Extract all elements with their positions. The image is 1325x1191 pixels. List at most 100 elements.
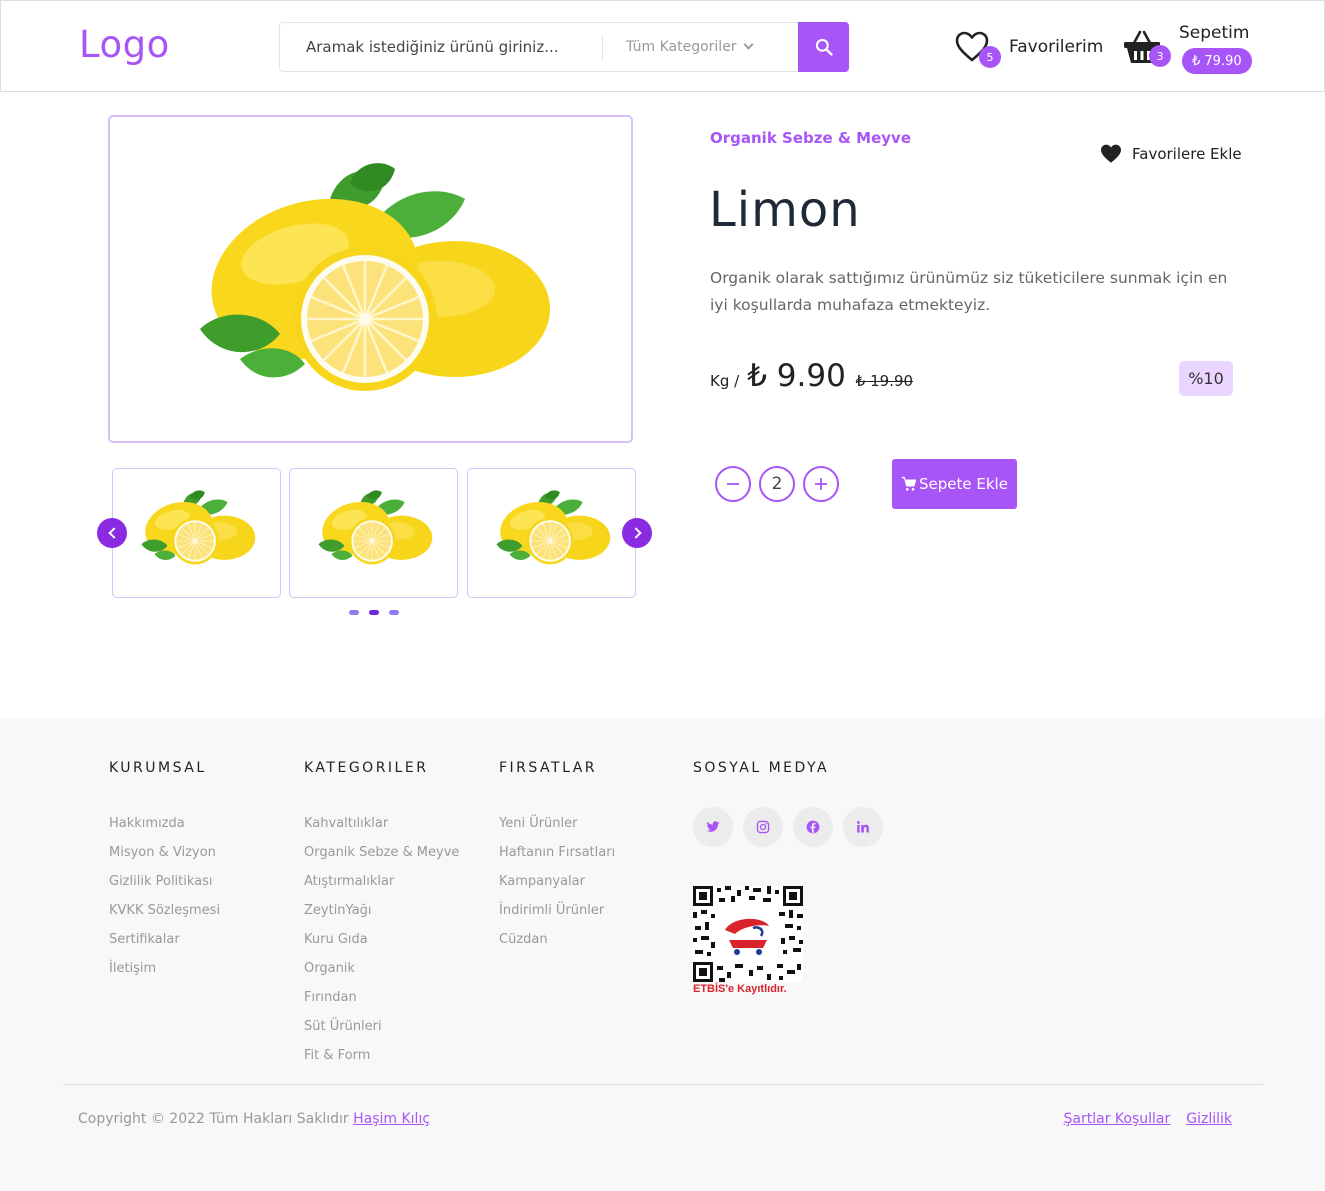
thumbnail-carousel	[112, 468, 636, 598]
product-title: Limon	[709, 182, 861, 238]
thumbnail-2[interactable]	[289, 468, 458, 598]
etbis-qr-code[interactable]	[693, 886, 803, 982]
footer-link[interactable]: Kahvaltılıklar	[304, 816, 459, 845]
footer-column-sosyal-medya: SOSYAL MEDYA	[693, 760, 829, 776]
instagram-icon	[756, 820, 770, 834]
footer-link[interactable]: Cüzdan	[499, 932, 615, 961]
facebook-button[interactable]	[793, 807, 833, 847]
search-icon	[815, 38, 833, 56]
lemon-thumbnail-image	[312, 489, 442, 567]
footer-link[interactable]: KVKK Sözleşmesi	[109, 903, 220, 932]
twitter-button[interactable]	[693, 807, 733, 847]
footer-link[interactable]: Fit & Form	[304, 1048, 459, 1077]
privacy-link[interactable]: Gizlilik	[1186, 1111, 1232, 1127]
favorites-label: Favorilerim	[1009, 37, 1104, 57]
lemon-thumbnail-image	[135, 489, 265, 567]
linkedin-icon	[856, 821, 869, 833]
chevron-right-icon	[629, 527, 642, 539]
quantity-value[interactable]: 2	[759, 466, 795, 502]
product-category-link[interactable]: Organik Sebze & Meyve	[710, 129, 911, 147]
price-unit: Kg /	[710, 372, 740, 390]
site-footer: KURUMSAL Hakkımızda Misyon & Vizyon Gizl…	[0, 718, 1325, 1191]
terms-link[interactable]: Şartlar Koşullar	[1064, 1111, 1171, 1127]
carousel-dot[interactable]	[349, 610, 359, 615]
category-select[interactable]: Tüm Kategoriler	[626, 39, 754, 55]
favorites-link[interactable]: 5 Favorilerim	[955, 29, 1104, 68]
footer-link-list: Yeni Ürünler Haftanın Fırsatları Kampany…	[499, 816, 615, 961]
facebook-icon	[806, 820, 820, 834]
add-to-favorites-label: Favorilere Ekle	[1132, 145, 1242, 163]
footer-column-firsatlar: FIRSATLAR Yeni Ürünler Haftanın Fırsatla…	[499, 760, 615, 961]
carousel-dot[interactable]	[369, 610, 379, 615]
footer-link[interactable]: Sertifikalar	[109, 932, 220, 961]
product-price: ₺ 9.90	[747, 358, 846, 394]
footer-link[interactable]: Organik	[304, 961, 459, 990]
search-bar: Tüm Kategoriler	[279, 22, 849, 72]
footer-link[interactable]: Kampanyalar	[499, 874, 615, 903]
product-main-image[interactable]	[108, 115, 633, 443]
thumbnail-1[interactable]	[112, 468, 281, 598]
footer-link-list: Kahvaltılıklar Organik Sebze & Meyve Atı…	[304, 816, 459, 1077]
add-to-cart-label: Sepete Ekle	[919, 475, 1008, 493]
chevron-down-icon	[743, 39, 754, 50]
add-to-favorites-button[interactable]: Favorilere Ekle	[1100, 144, 1242, 164]
lemon-thumbnail-image	[490, 489, 620, 567]
instagram-button[interactable]	[743, 807, 783, 847]
search-button[interactable]	[798, 22, 849, 72]
footer-link[interactable]: Hakkımızda	[109, 816, 220, 845]
footer-column-kategoriler: KATEGORILER Kahvaltılıklar Organik Sebze…	[304, 760, 459, 1077]
copyright: Copyright © 2022 Tüm Hakları Saklıdır Ha…	[78, 1111, 430, 1127]
carousel-next-button[interactable]	[622, 518, 652, 548]
cart-count-badge: 3	[1149, 45, 1171, 67]
thumbnail-3[interactable]	[467, 468, 636, 598]
favorites-icon-wrap: 5	[955, 31, 1001, 68]
footer-link-list: Hakkımızda Misyon & Vizyon Gizlilik Poli…	[109, 816, 220, 990]
footer-divider	[63, 1084, 1263, 1085]
footer-link[interactable]: Kuru Gıda	[304, 932, 459, 961]
footer-column-title: KATEGORILER	[304, 760, 429, 776]
lemon-image	[180, 159, 580, 399]
chevron-left-icon	[107, 527, 120, 539]
twitter-icon	[706, 821, 720, 832]
quantity-increase-button[interactable]	[803, 466, 839, 502]
category-select-label: Tüm Kategoriler	[626, 39, 737, 55]
add-to-cart-button[interactable]: Sepete Ekle	[892, 459, 1017, 509]
social-links	[693, 807, 883, 847]
footer-column-title: SOSYAL MEDYA	[693, 760, 830, 776]
copyright-text: Copyright © 2022 Tüm Hakları Saklıdır	[78, 1111, 349, 1127]
favorites-count-badge: 5	[979, 46, 1001, 68]
carousel-dots	[349, 610, 399, 615]
carousel-dot[interactable]	[389, 610, 399, 615]
footer-link[interactable]: Gizlilik Politikası	[109, 874, 220, 903]
carousel-prev-button[interactable]	[97, 518, 127, 548]
footer-link[interactable]: Süt Ürünleri	[304, 1019, 459, 1048]
footer-link[interactable]: Organik Sebze & Meyve	[304, 845, 459, 874]
footer-link[interactable]: ZeytinYağı	[304, 903, 459, 932]
quantity-decrease-button[interactable]	[715, 466, 751, 502]
plus-icon	[815, 478, 827, 490]
footer-link[interactable]: Misyon & Vizyon	[109, 845, 220, 874]
linkedin-button[interactable]	[843, 807, 883, 847]
minus-icon	[727, 483, 739, 485]
footer-link[interactable]: İletişim	[109, 961, 220, 990]
footer-link[interactable]: Atıştırmalıklar	[304, 874, 459, 903]
product-description: Organik olarak sattığımız ürünümüz siz t…	[710, 269, 1228, 314]
footer-column-title: FIRSATLAR	[499, 760, 598, 776]
footer-link[interactable]: Yeni Ürünler	[499, 816, 615, 845]
site-header: Logo Tüm Kategoriler 5 Favorilerim	[0, 0, 1325, 92]
cart-icon	[901, 476, 917, 491]
footer-column-title: KURUMSAL	[109, 760, 207, 776]
etbis-label: ETBİS'e Kayıtlıdır.	[693, 983, 787, 995]
cart-total-badge: ₺ 79.90	[1182, 48, 1252, 74]
cart-label: Sepetim	[1179, 23, 1250, 43]
footer-link[interactable]: Fırından	[304, 990, 459, 1019]
search-input[interactable]	[280, 23, 602, 71]
heart-filled-icon	[1101, 144, 1121, 163]
footer-link[interactable]: İndirimli Ürünler	[499, 903, 615, 932]
copyright-author-link[interactable]: Haşim Kılıç	[353, 1111, 430, 1127]
logo[interactable]: Logo	[79, 23, 170, 66]
footer-column-kurumsal: KURUMSAL Hakkımızda Misyon & Vizyon Gizl…	[109, 760, 220, 990]
footer-link[interactable]: Haftanın Fırsatları	[499, 845, 615, 874]
footer-legal-links: Şartlar Koşullar Gizlilik	[1064, 1111, 1232, 1127]
search-divider	[602, 35, 603, 61]
